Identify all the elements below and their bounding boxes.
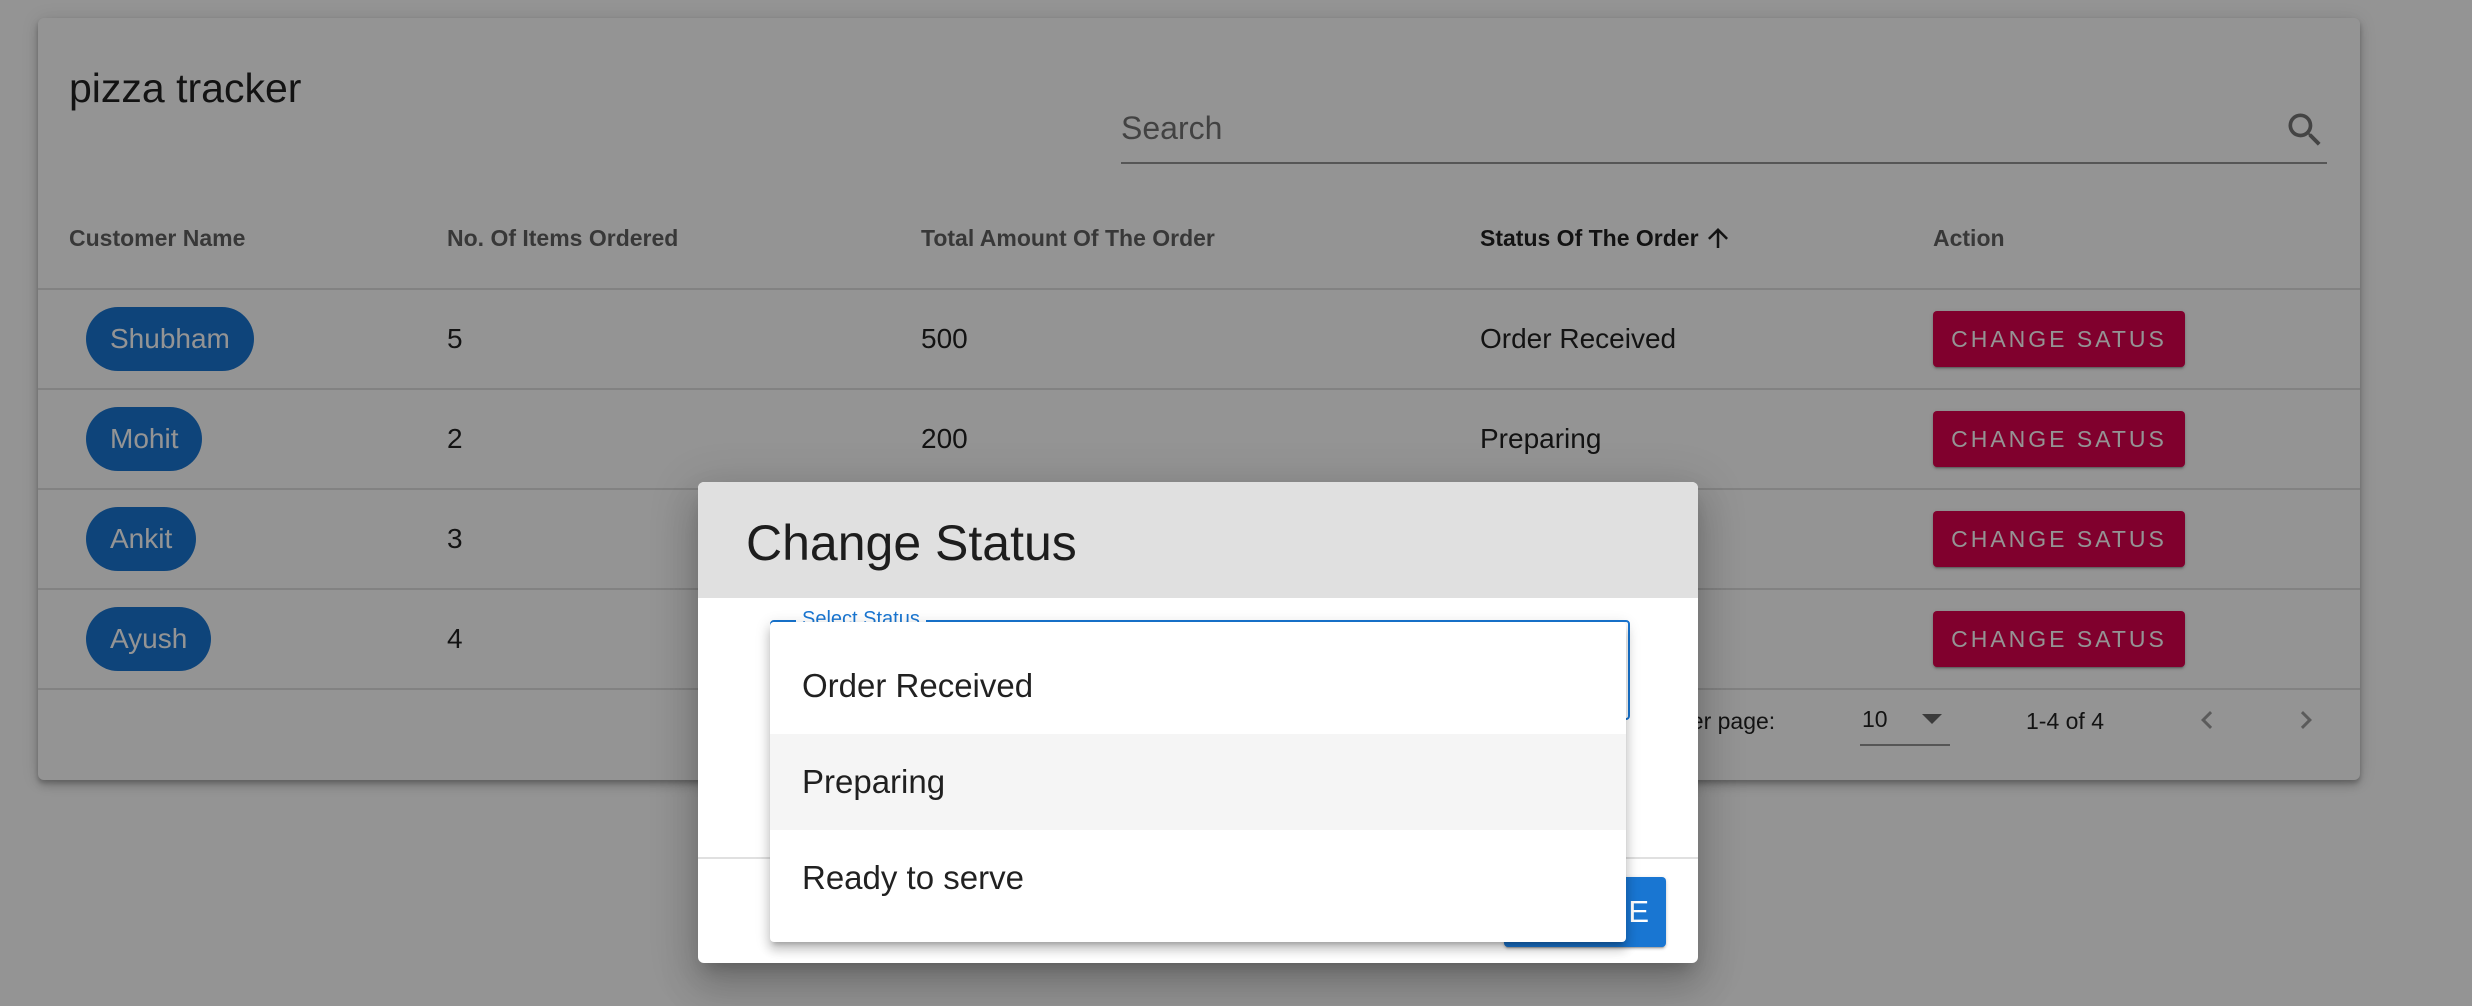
menu-item-ready-to-serve[interactable]: Ready to serve [770, 830, 1626, 926]
menu-item-preparing[interactable]: Preparing [770, 734, 1626, 830]
dialog-title: Change Status [746, 515, 1077, 571]
dialog-header: Change Status [698, 482, 1698, 598]
status-dropdown-menu: Order Received Preparing Ready to serve [770, 622, 1626, 942]
menu-item-order-received[interactable]: Order Received [770, 638, 1626, 734]
